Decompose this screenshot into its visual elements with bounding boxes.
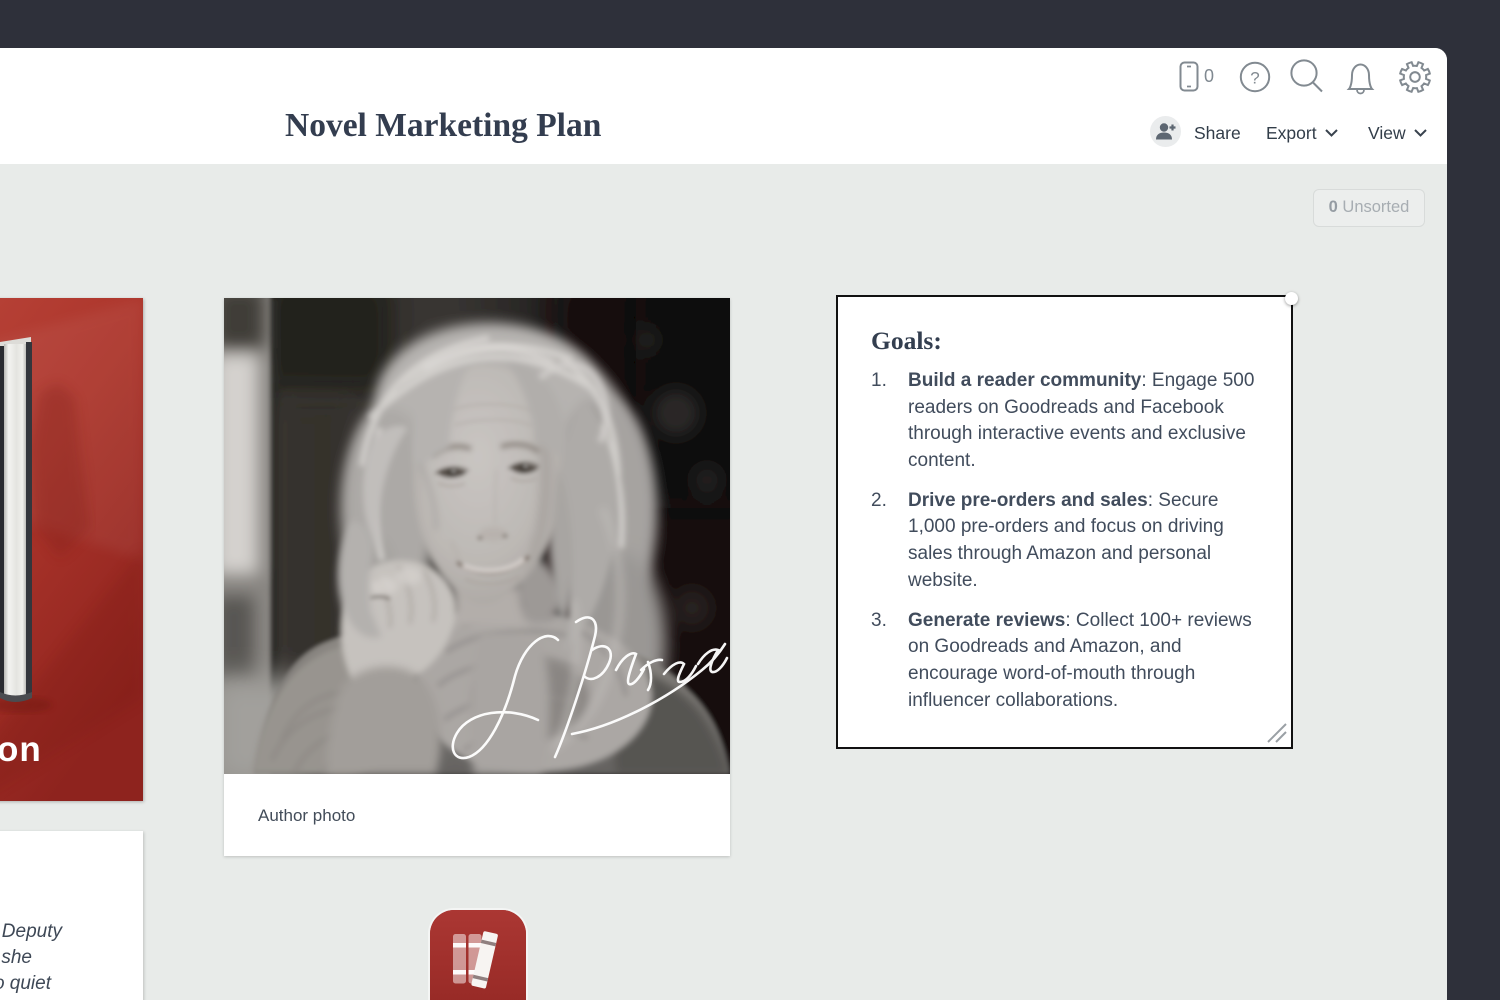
svg-text:?: ? xyxy=(1250,69,1259,88)
svg-text:on: on xyxy=(0,730,42,769)
